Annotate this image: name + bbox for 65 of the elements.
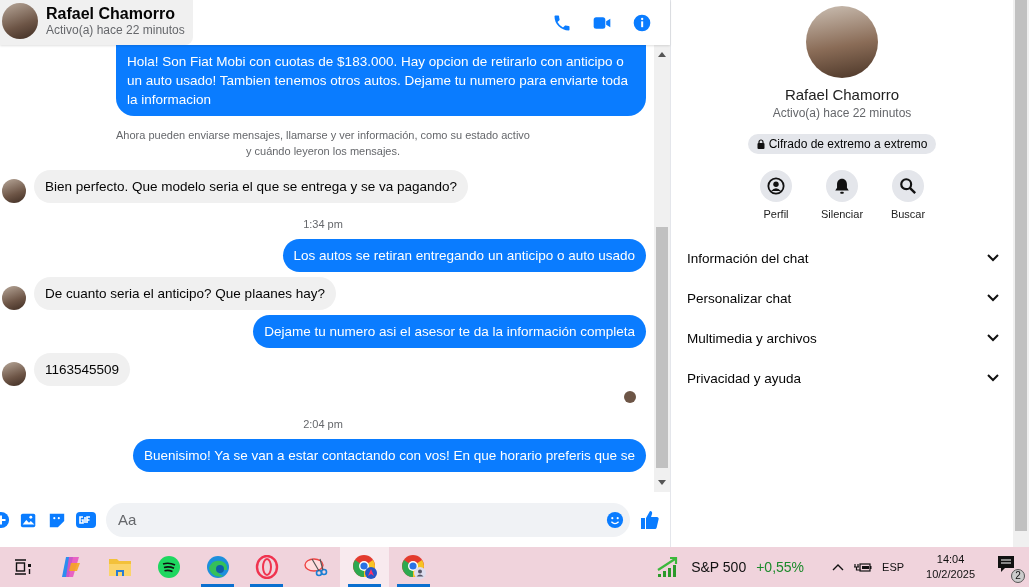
notification-icon[interactable] [997, 555, 1017, 575]
profile-button[interactable] [760, 170, 792, 202]
system-notice: Ahora pueden enviarse mensajes, llamarse y ver información, como su estado activo y cuándo leyeron los mensajes. [115, 128, 531, 159]
message-input[interactable]: Aa [106, 502, 630, 537]
action-label: Buscar [890, 208, 926, 220]
folder-icon [107, 556, 132, 578]
emoji-icon[interactable] [606, 510, 624, 529]
timestamp: 1:34 pm [302, 218, 344, 230]
read-receipt-avatar [624, 391, 636, 403]
chevron-icon [987, 374, 999, 382]
clock-date[interactable]: 10/2/2025 [926, 567, 975, 582]
stock-change: +0,55% [756, 559, 805, 575]
chevron-icon [987, 334, 999, 342]
collapsible-section[interactable]: Privacidad y ayuda [679, 358, 1007, 398]
scrollbar-thumb[interactable] [656, 227, 668, 468]
profile-status: Activo(a) hace 22 minutos [772, 106, 912, 120]
clock-time[interactable]: 14:04 [936, 552, 965, 567]
scrollbar-thumb[interactable] [1015, 0, 1027, 531]
ring-browser-icon [254, 555, 279, 579]
sent-message: Los autos se retiran entregando un anticipo o auto usado [282, 239, 646, 272]
stock-name[interactable]: S&P 500 [691, 559, 747, 575]
search-icon [899, 177, 917, 195]
action-label: Silenciar [820, 208, 864, 220]
scroll-up-icon[interactable] [658, 51, 666, 57]
chevron-icon [987, 254, 999, 262]
timestamp: 2:04 pm [302, 418, 344, 430]
gif-icon[interactable] [76, 510, 96, 529]
collapsible-section[interactable]: Información del chat [679, 238, 1007, 278]
bell-icon [833, 177, 851, 195]
browser-wave-icon [205, 555, 230, 579]
encryption-label: Cifrado de extremo a extremo [768, 137, 928, 151]
received-message: Bien perfecto. Que modelo seria el que se entrega y se va pagando? [34, 170, 469, 203]
collapsible-section[interactable]: Multimedia y archivos [679, 318, 1007, 358]
lock-icon [756, 139, 765, 149]
profile-name: Rafael Chamorro [784, 86, 900, 103]
scroll-down-icon[interactable] [658, 480, 666, 486]
avatar-photo [2, 362, 26, 386]
received-message: 1163545509 [34, 353, 131, 386]
contact-name: Rafael Chamorro [46, 4, 176, 23]
received-message: De cuanto seria el anticipo? Que plaanes hay? [34, 277, 336, 310]
language-indicator[interactable]: ESP [882, 561, 905, 573]
browser-circle-icon [400, 554, 427, 580]
mute-button[interactable] [826, 170, 858, 202]
contact-status: Activo(a) hace 22 minutos [46, 22, 185, 37]
search-button[interactable] [892, 170, 924, 202]
sent-message: Hola! Son Fiat Mobi con cuotas de $183.000. Hay opcion de retirarlo con anticipo o un auto usado! Tambien tenemos otros autos. Dejame tu numero para enviarte toda la informacion [116, 45, 646, 116]
chevron-icon [987, 294, 999, 302]
scissors-icon [303, 555, 328, 579]
sent-message: Buenisimo! Ya se van a estar contactando con vos! En que horario preferis que se [132, 439, 646, 472]
person-circle-icon [767, 177, 785, 195]
sent-message: Dejame tu numero asi el asesor te da la información completa [253, 315, 646, 348]
avatar-photo [2, 179, 26, 203]
info-icon[interactable] [632, 12, 652, 33]
avatar-photo [2, 286, 26, 310]
collapsible-section[interactable]: Personalizar chat [679, 278, 1007, 318]
music-app-icon [156, 555, 181, 579]
action-label: Perfil [763, 208, 789, 220]
battery-plug-icon[interactable] [854, 561, 873, 573]
task-view-icon [13, 558, 33, 576]
notification-count: 2 [1011, 569, 1025, 583]
chevron-up-icon[interactable] [832, 563, 845, 571]
thumbs-up-icon[interactable] [640, 509, 660, 530]
browser-circle-icon [351, 554, 378, 580]
avatar-photo[interactable] [2, 2, 38, 39]
taskbar-app[interactable] [340, 547, 389, 587]
